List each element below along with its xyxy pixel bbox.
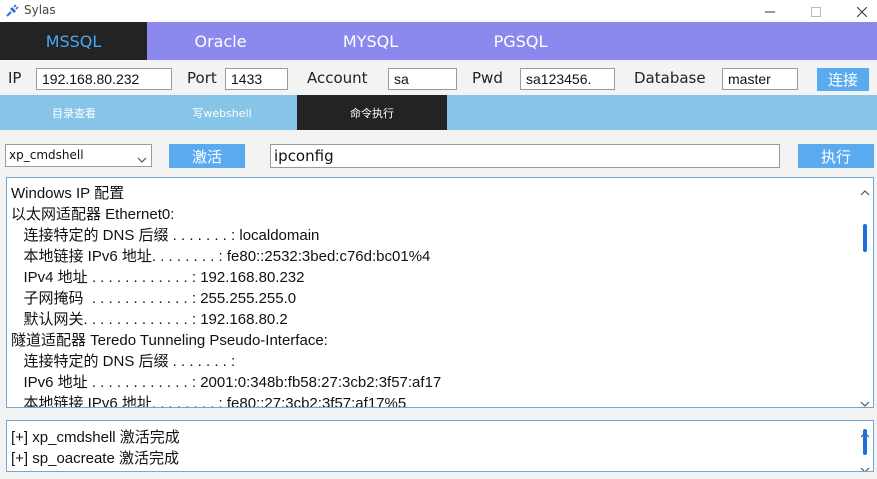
ip-label: IP <box>8 69 22 87</box>
password-field[interactable]: sa123456. <box>520 68 615 90</box>
database-type-tabs: MSSQL Oracle MYSQL PGSQL <box>0 22 877 60</box>
tab-write-webshell[interactable]: 写webshell <box>148 95 296 130</box>
function-tabs: 目录查看 写webshell 命令执行 <box>0 95 877 130</box>
connect-button[interactable]: 连接 <box>817 68 869 91</box>
chevron-down-icon[interactable] <box>860 393 870 407</box>
chevron-down-icon <box>137 150 147 171</box>
chevron-down-icon[interactable] <box>860 459 870 471</box>
output-line: 连接特定的 DNS 后缀 . . . . . . . : localdomain <box>11 227 320 244</box>
database-label: Database <box>634 69 706 87</box>
account-label: Account <box>307 69 368 87</box>
execute-button[interactable]: 执行 <box>798 144 874 168</box>
plug-icon <box>4 3 20 19</box>
output-line: 连接特定的 DNS 后缀 . . . . . . . : <box>11 353 236 370</box>
output-line: 本地链接 IPv6 地址. . . . . . . . : fe80::2532… <box>11 248 431 265</box>
output-line: 子网掩码 . . . . . . . . . . . . : 255.255.2… <box>11 290 297 307</box>
close-icon <box>856 2 868 21</box>
output-line: 以太网适配器 Ethernet0: <box>11 206 175 223</box>
tab-command-exec[interactable]: 命令执行 <box>297 95 447 130</box>
database-field[interactable]: master <box>722 68 798 90</box>
tab-oracle[interactable]: Oracle <box>147 22 294 60</box>
tab-mysql[interactable]: MYSQL <box>297 22 444 60</box>
close-button[interactable] <box>844 0 877 22</box>
command-output-pane[interactable]: Windows IP 配置 以太网适配器 Ethernet0: 连接特定的 DN… <box>6 177 874 408</box>
output-scrollbar[interactable] <box>857 178 873 407</box>
activate-button[interactable]: 激活 <box>169 144 245 168</box>
maximize-icon <box>811 2 821 21</box>
log-scrollbar[interactable] <box>857 421 873 471</box>
tab-directory-browse[interactable]: 目录查看 <box>0 95 148 130</box>
output-line: IPv6 地址 . . . . . . . . . . . . : 2001:0… <box>11 374 442 391</box>
chevron-up-icon[interactable] <box>860 181 870 200</box>
output-line: IPv4 地址 . . . . . . . . . . . . : 192.16… <box>11 269 305 286</box>
exec-method-select[interactable]: xp_cmdshell <box>5 144 152 167</box>
output-line: Windows IP 配置 <box>11 185 125 202</box>
scroll-thumb[interactable] <box>863 429 867 455</box>
account-field[interactable]: sa <box>388 68 457 90</box>
log-line: [+] sp_oacreate 激活完成 <box>11 450 179 467</box>
window-title: Sylas <box>24 3 56 17</box>
port-label: Port <box>187 69 217 87</box>
output-line: 本地链接 IPv6 地址. . . . . . . . : fe80::27:3… <box>11 395 407 408</box>
tab-pgsql[interactable]: PGSQL <box>447 22 594 60</box>
ip-field[interactable]: 192.168.80.232 <box>36 68 172 90</box>
exec-method-value: xp_cmdshell <box>9 148 84 162</box>
minimize-icon <box>765 2 775 21</box>
output-line: 默认网关. . . . . . . . . . . . . : 192.168.… <box>11 311 288 328</box>
connection-bar: IP 192.168.80.232 Port 1433 Account sa P… <box>0 60 877 96</box>
log-line: [+] xp_cmdshell 激活完成 <box>11 429 180 446</box>
port-field[interactable]: 1433 <box>225 68 288 90</box>
command-input[interactable]: ipconfig <box>270 144 780 168</box>
scroll-thumb[interactable] <box>863 224 867 252</box>
log-pane[interactable]: [+] xp_cmdshell 激活完成 [+] sp_oacreate 激活完… <box>6 420 874 472</box>
maximize-button[interactable] <box>798 0 834 22</box>
output-line: 隧道适配器 Teredo Tunneling Pseudo-Interface: <box>11 332 328 349</box>
password-label: Pwd <box>472 69 503 87</box>
title-bar: Sylas <box>0 0 877 22</box>
tab-mssql[interactable]: MSSQL <box>0 22 147 60</box>
minimize-button[interactable] <box>752 0 788 22</box>
